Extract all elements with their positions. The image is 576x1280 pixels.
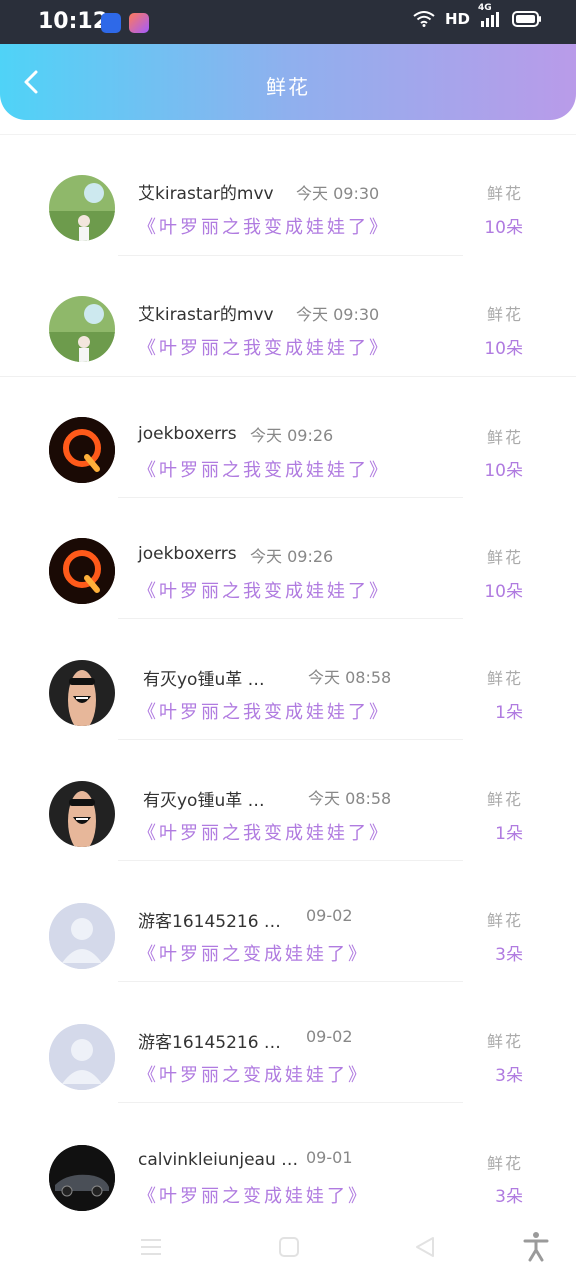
battery-icon	[512, 11, 542, 27]
status-bar: 10:12 HD 4G	[0, 0, 576, 44]
send-time: 今天 09:26	[250, 547, 334, 566]
avatar[interactable]	[49, 175, 115, 241]
signal-label: 4G	[478, 3, 492, 13]
book-title: 《叶罗丽之我变成娃娃了》	[138, 823, 390, 844]
avatar[interactable]	[49, 296, 115, 362]
list-item[interactable]: 有灭yo锺u革 … 今天 08:58 《叶罗丽之我变成娃娃了》 鲜花 1朵	[0, 740, 576, 861]
gift-record-list: 艾kirastar的mvv 今天 09:30 《叶罗丽之我变成娃娃了》 鲜花 1…	[0, 134, 576, 1215]
list-item[interactable]: calvinkleiunjeau … 09-01 《叶罗丽之变成娃娃了》 鲜花 …	[0, 1103, 576, 1224]
book-title: 《叶罗丽之变成娃娃了》	[138, 1186, 369, 1207]
avatar[interactable]	[49, 903, 115, 969]
avatar[interactable]	[49, 660, 115, 726]
avatar[interactable]	[49, 1145, 115, 1211]
gift-count: 10朵	[484, 582, 523, 602]
gift-count: 10朵	[484, 339, 523, 359]
accessibility-icon	[523, 1232, 549, 1262]
user-name: joekboxerrs	[138, 424, 237, 444]
user-name: calvinkleiunjeau …	[138, 1150, 299, 1170]
gallery-app-icon	[129, 13, 149, 33]
gift-type: 鲜花	[486, 669, 523, 688]
book-title: 《叶罗丽之我变成娃娃了》	[138, 338, 390, 359]
user-name: 艾kirastar的mvv	[138, 184, 274, 204]
gift-type: 鲜花	[486, 911, 523, 930]
gift-type: 鲜花	[486, 548, 523, 567]
menu-icon	[141, 1239, 161, 1255]
home-icon	[279, 1237, 299, 1257]
back-triangle-icon	[416, 1237, 434, 1257]
list-item[interactable]: joekboxerrs 今天 09:26 《叶罗丽之我变成娃娃了》 鲜花 10朵	[0, 377, 576, 498]
book-title: 《叶罗丽之我变成娃娃了》	[138, 702, 390, 723]
header-bar: 10:12 HD 4G 鲜花	[0, 0, 576, 120]
system-navigation-bar	[0, 1216, 576, 1280]
default-user-icon	[49, 1024, 115, 1090]
gift-type: 鲜花	[486, 1032, 523, 1051]
wifi-icon	[413, 11, 435, 27]
list-item[interactable]: 艾kirastar的mvv 今天 09:30 《叶罗丽之我变成娃娃了》 鲜花 1…	[0, 256, 576, 377]
user-name: 游客16145216 …	[138, 1033, 281, 1053]
gift-type: 鲜花	[486, 184, 523, 203]
gift-count: 3朵	[495, 1066, 523, 1086]
accessibility-button[interactable]	[522, 1230, 550, 1262]
baidu-app-icon	[101, 13, 121, 33]
signal-icon: 4G	[478, 3, 502, 27]
menu-button[interactable]	[138, 1234, 164, 1260]
book-title: 《叶罗丽之我变成娃娃了》	[138, 217, 390, 238]
default-user-icon	[49, 903, 115, 969]
page-title: 鲜花	[266, 75, 310, 99]
gift-type: 鲜花	[486, 305, 523, 324]
book-title: 《叶罗丽之我变成娃娃了》	[138, 581, 390, 602]
network-label: HD	[444, 10, 470, 28]
list-item[interactable]: 艾kirastar的mvv 今天 09:30 《叶罗丽之我变成娃娃了》 鲜花 1…	[0, 135, 576, 256]
user-name: 有灭yo锺u革 …	[143, 791, 265, 811]
user-name: 游客16145216 …	[138, 912, 281, 932]
list-item[interactable]: 有灭yo锺u革 … 今天 08:58 《叶罗丽之我变成娃娃了》 鲜花 1朵	[0, 619, 576, 740]
gift-type: 鲜花	[486, 1154, 523, 1173]
gift-count: 1朵	[495, 703, 523, 723]
book-title: 《叶罗丽之我变成娃娃了》	[138, 460, 390, 481]
user-name: 有灭yo锺u革 …	[143, 670, 265, 690]
avatar[interactable]	[49, 538, 115, 604]
send-time: 09-01	[306, 1148, 353, 1167]
avatar[interactable]	[49, 1024, 115, 1090]
send-time: 09-02	[306, 906, 353, 925]
book-title: 《叶罗丽之变成娃娃了》	[138, 1065, 369, 1086]
list-item[interactable]: joekboxerrs 今天 09:26 《叶罗丽之我变成娃娃了》 鲜花 10朵	[0, 498, 576, 619]
send-time: 今天 08:58	[308, 789, 392, 808]
send-time: 今天 08:58	[308, 668, 392, 687]
gift-type: 鲜花	[486, 428, 523, 447]
avatar[interactable]	[49, 417, 115, 483]
send-time: 09-02	[306, 1027, 353, 1046]
back-nav-button[interactable]	[412, 1234, 438, 1260]
book-title: 《叶罗丽之变成娃娃了》	[138, 944, 369, 965]
gift-count: 3朵	[495, 945, 523, 965]
list-item[interactable]: 游客16145216 … 09-02 《叶罗丽之变成娃娃了》 鲜花 3朵	[0, 982, 576, 1103]
home-button[interactable]	[276, 1234, 302, 1260]
gift-type: 鲜花	[486, 790, 523, 809]
user-name: 艾kirastar的mvv	[138, 305, 274, 325]
user-name: joekboxerrs	[138, 544, 237, 564]
status-time: 10:12	[38, 9, 109, 34]
gift-count: 10朵	[484, 218, 523, 238]
gift-count: 1朵	[495, 824, 523, 844]
send-time: 今天 09:30	[296, 184, 380, 203]
status-icons: HD 4G	[413, 3, 542, 28]
list-item[interactable]: 游客16145216 … 09-02 《叶罗丽之变成娃娃了》 鲜花 3朵	[0, 861, 576, 982]
gift-count: 10朵	[484, 461, 523, 481]
avatar[interactable]	[49, 781, 115, 847]
navigation-bar: 鲜花	[0, 44, 576, 120]
send-time: 今天 09:30	[296, 305, 380, 324]
send-time: 今天 09:26	[250, 426, 334, 445]
gift-count: 3朵	[495, 1187, 523, 1207]
